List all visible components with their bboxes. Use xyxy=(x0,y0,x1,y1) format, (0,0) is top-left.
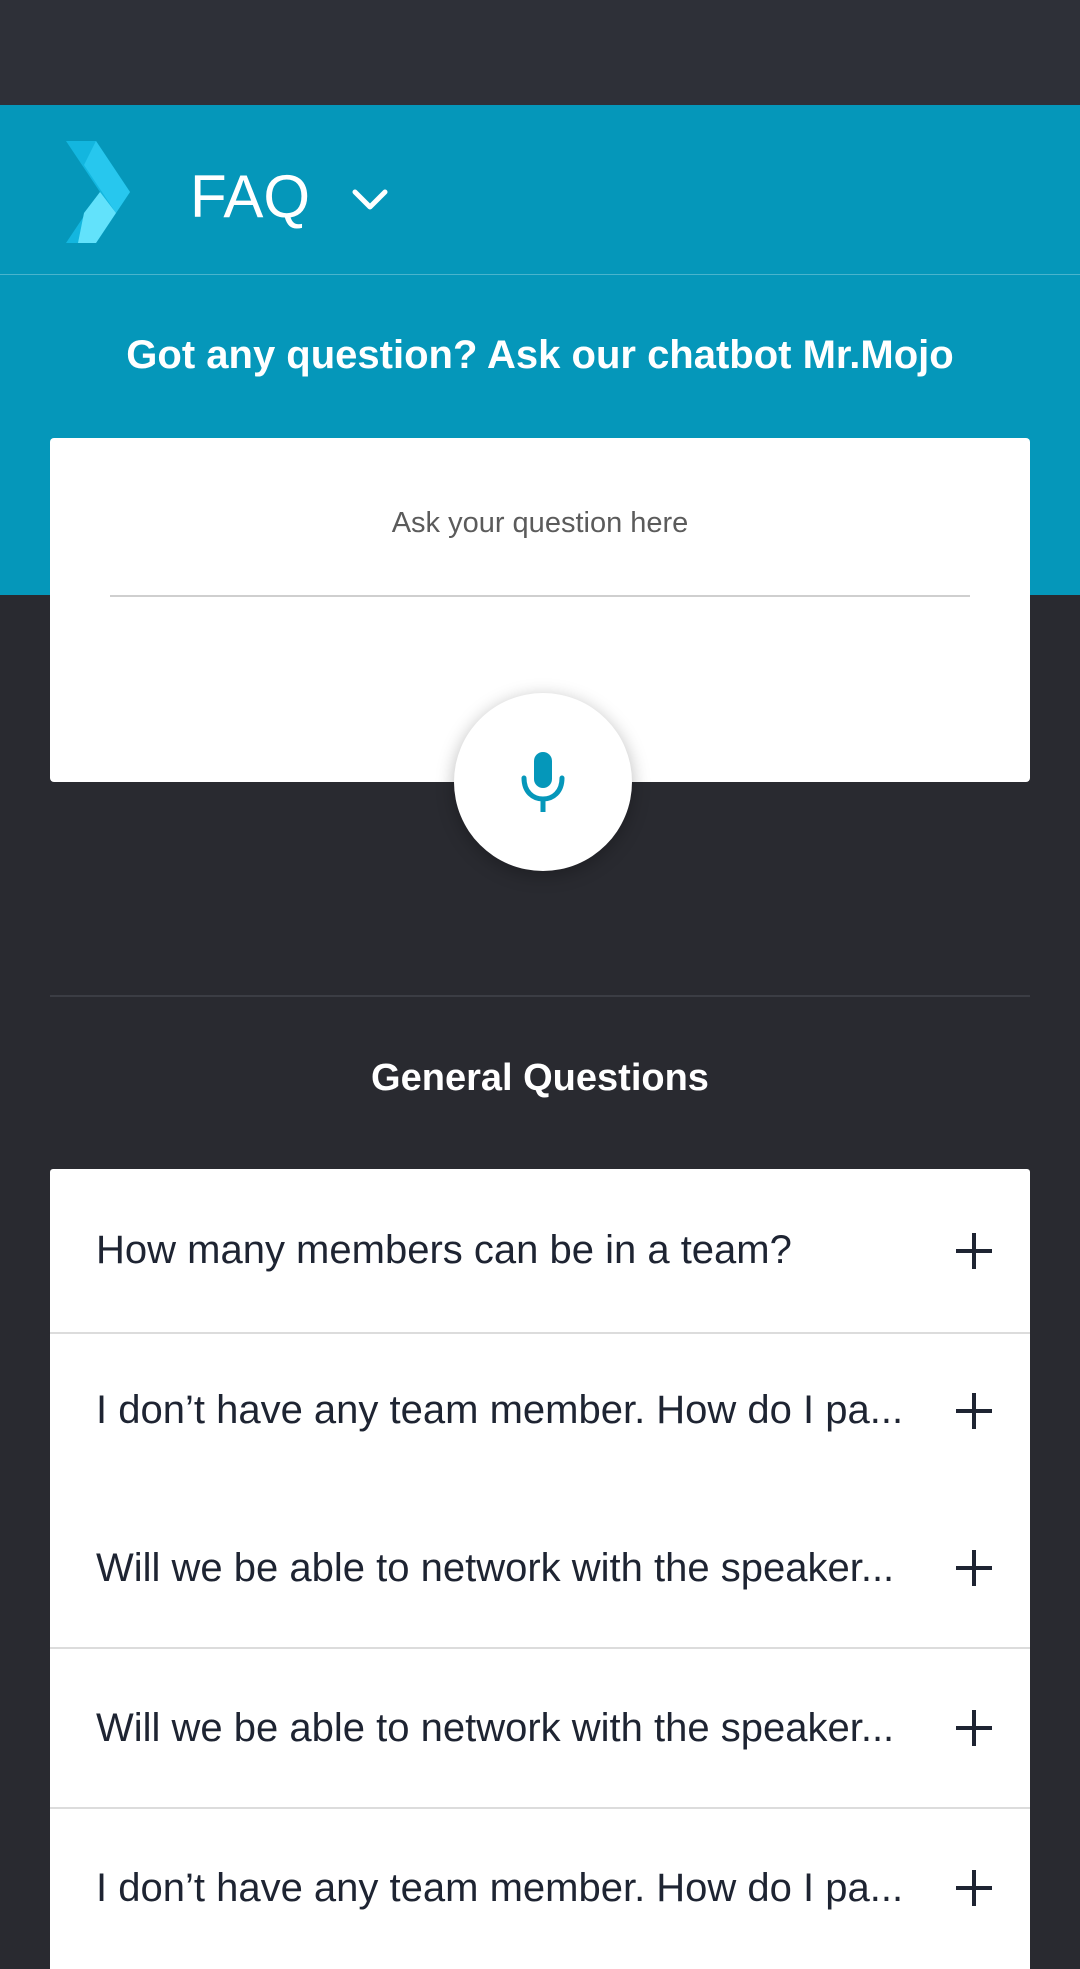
microphone-button[interactable] xyxy=(454,693,632,871)
status-bar xyxy=(0,0,1080,105)
faq-item[interactable]: Will we be able to network with the spea… xyxy=(50,1489,1030,1649)
chevron-logo-icon[interactable] xyxy=(66,141,130,243)
plus-icon[interactable] xyxy=(952,1389,996,1433)
section-divider xyxy=(50,995,1030,997)
faq-question: I don’t have any team member. How do I p… xyxy=(96,1388,904,1432)
input-underline xyxy=(110,595,970,597)
faq-question: I don’t have any team member. How do I p… xyxy=(96,1865,904,1910)
app-bar: FAQ xyxy=(0,105,1080,275)
hero-heading: Got any question? Ask our chatbot Mr.Moj… xyxy=(126,333,954,377)
faq-item[interactable]: I don’t have any team member. How do I p… xyxy=(50,1334,1030,1489)
faq-question: Will we be able to network with the spea… xyxy=(96,1705,895,1750)
page-title: FAQ xyxy=(190,163,311,230)
faq-question: How many members can be in a team? xyxy=(96,1228,792,1272)
faq-list: How many members can be in a team? I don… xyxy=(50,1169,1030,1969)
section-title: General Questions xyxy=(371,1057,709,1099)
plus-icon[interactable] xyxy=(952,1866,996,1910)
faq-question: Will we be able to network with the spea… xyxy=(96,1545,895,1590)
faq-item[interactable]: How many members can be in a team? xyxy=(50,1169,1030,1334)
faq-item[interactable]: Will we be able to network with the spea… xyxy=(50,1649,1030,1809)
plus-icon[interactable] xyxy=(952,1546,996,1590)
question-input[interactable] xyxy=(110,488,970,558)
chevron-down-icon[interactable] xyxy=(350,185,390,215)
faq-item[interactable]: I don’t have any team member. How do I p… xyxy=(50,1809,1030,1969)
microphone-icon xyxy=(521,752,565,812)
plus-icon[interactable] xyxy=(952,1706,996,1750)
plus-icon[interactable] xyxy=(952,1229,996,1273)
